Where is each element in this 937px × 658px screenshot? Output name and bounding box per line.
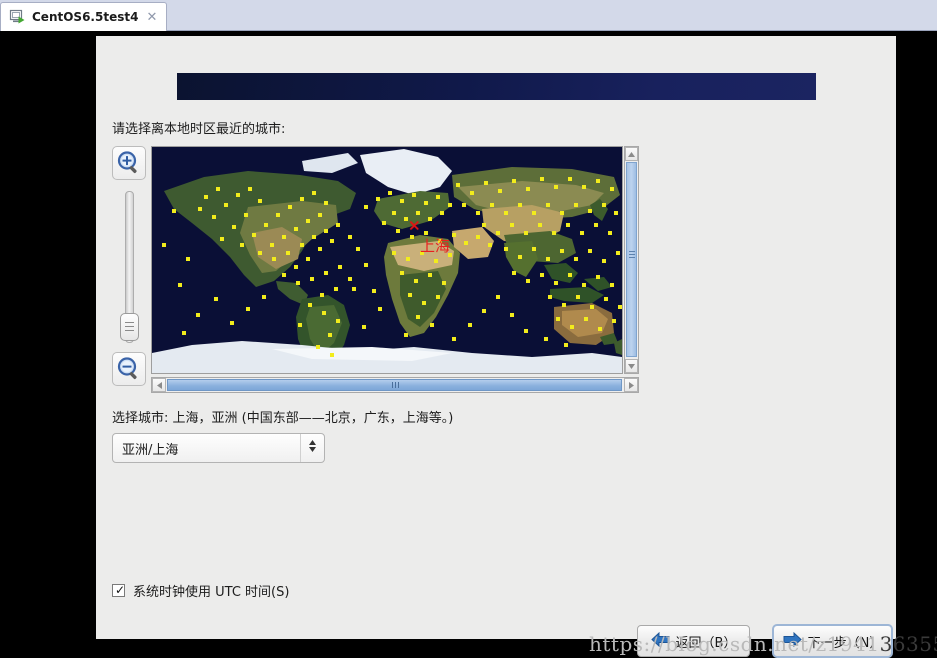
- world-map-image[interactable]: [152, 147, 622, 373]
- next-button[interactable]: 下一步（N）: [772, 624, 893, 658]
- chevron-updown-icon: [301, 438, 324, 457]
- vm-tab-bar: CentOS6.5test4 ✕: [0, 0, 937, 31]
- utc-checkbox-label: 系统时钟使用 UTC 时间(S): [133, 585, 290, 600]
- map-vertical-scrollbar[interactable]: [624, 146, 639, 374]
- back-button[interactable]: 返回（B）: [637, 625, 750, 657]
- left-arrow-icon: [650, 631, 670, 651]
- scroll-up-icon[interactable]: [625, 147, 638, 161]
- vm-tab-centos[interactable]: CentOS6.5test4 ✕: [0, 2, 168, 31]
- back-button-label: 返回（B）: [675, 635, 737, 651]
- map-horizontal-scrollbar[interactable]: [151, 377, 639, 393]
- vm-tab-title: CentOS6.5test4: [32, 10, 139, 24]
- zoom-out-icon[interactable]: [112, 352, 146, 386]
- selected-city-marker: ✕: [408, 217, 421, 235]
- horizontal-scroll-thumb[interactable]: [167, 379, 622, 391]
- vm-screen-icon: [9, 9, 26, 25]
- check-icon: ✓: [115, 583, 126, 597]
- installer-banner: [177, 73, 816, 100]
- guest-screen: 请选择离本地时区最近的城市: ✕ 上海 选择城市: 上海，亚洲 (中国东部——北…: [0, 31, 937, 658]
- utc-checkbox-row[interactable]: ✓ 系统时钟使用 UTC 时间(S): [112, 581, 289, 600]
- zoom-in-icon[interactable]: [112, 146, 146, 180]
- selected-city-summary: 选择城市: 上海，亚洲 (中国东部——北京，广东，上海等。): [112, 411, 454, 426]
- scroll-left-icon[interactable]: [152, 378, 166, 392]
- utc-checkbox[interactable]: ✓: [112, 584, 125, 597]
- right-arrow-icon: [783, 631, 802, 651]
- timezone-map-panel: ✕ 上海: [112, 146, 639, 398]
- timezone-select-value: 亚洲/上海: [122, 442, 179, 458]
- world-map-viewport[interactable]: ✕ 上海: [151, 146, 623, 374]
- anaconda-timezone-dialog: 请选择离本地时区最近的城市: ✕ 上海 选择城市: 上海，亚洲 (中国东部——北…: [96, 36, 896, 658]
- close-icon[interactable]: ✕: [144, 11, 157, 24]
- next-button-label: 下一步（N）: [807, 635, 883, 651]
- page-title: 请选择离本地时区最近的城市:: [112, 122, 286, 137]
- scroll-down-icon[interactable]: [625, 359, 638, 373]
- vertical-scroll-thumb[interactable]: [626, 162, 637, 357]
- selected-city-label: 上海: [420, 237, 451, 255]
- scroll-right-icon[interactable]: [624, 378, 638, 392]
- map-zoom-controls: [112, 146, 148, 386]
- map-zoom-slider-handle[interactable]: [120, 313, 139, 341]
- timezone-select[interactable]: 亚洲/上海: [112, 433, 325, 463]
